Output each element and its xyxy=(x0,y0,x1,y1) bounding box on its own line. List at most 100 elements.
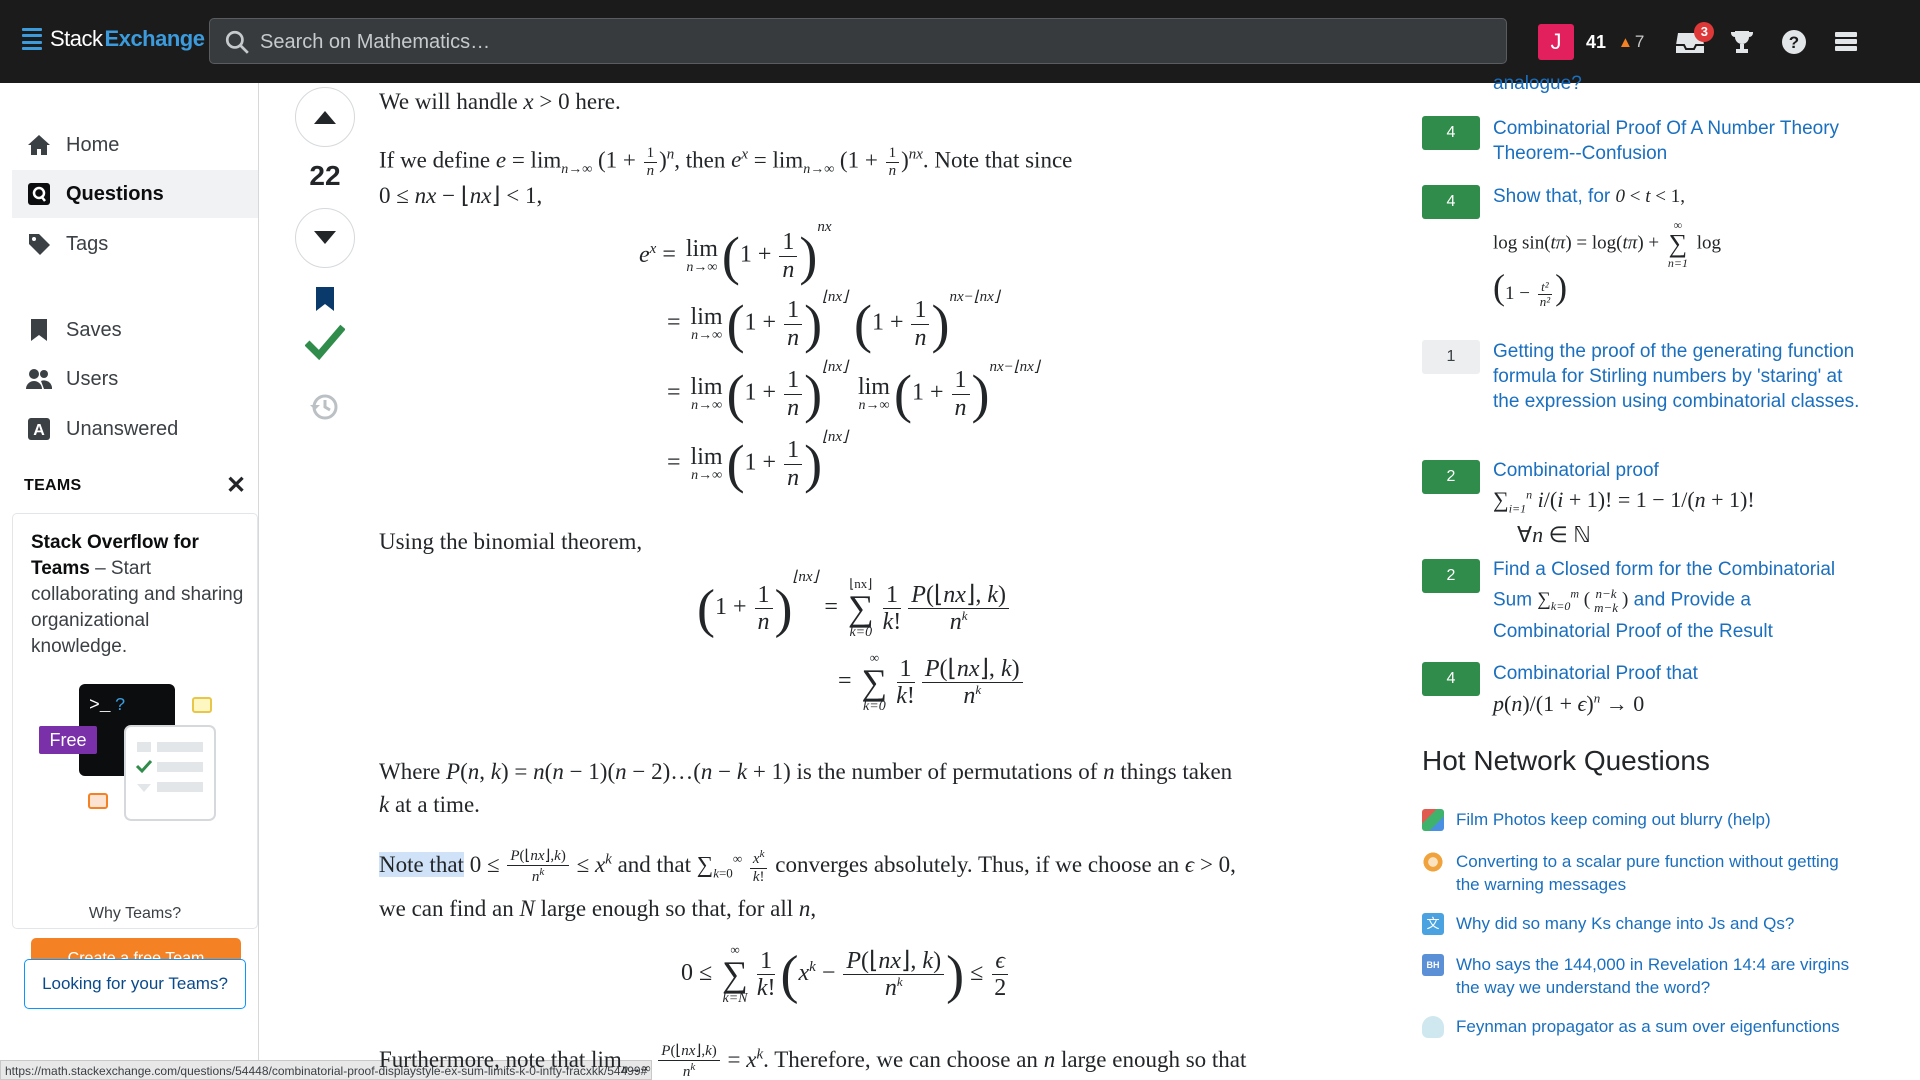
linked-question-link[interactable]: Find a Closed form for the Combinatorial… xyxy=(1493,557,1863,644)
history-icon xyxy=(310,394,338,420)
stackexchange-menu-icon xyxy=(1835,32,1858,51)
teams-illustration: >_ ? xyxy=(79,684,216,821)
answer-text: . Therefore, we can choose an xyxy=(763,1046,1038,1072)
help-button[interactable]: ? xyxy=(1774,22,1814,62)
why-teams-link[interactable]: Why Teams? xyxy=(12,905,258,923)
linked-question-title: Combinatorial proof xyxy=(1493,460,1659,481)
avatar[interactable]: J xyxy=(1538,24,1574,60)
physics-site-icon xyxy=(1422,1016,1444,1038)
svg-text:?: ? xyxy=(115,696,126,716)
answer-text: we can find an xyxy=(379,896,514,921)
linked-question-link[interactable]: analogue? xyxy=(1493,71,1863,96)
search-input[interactable] xyxy=(258,19,1462,65)
answer-text: . Note that since xyxy=(922,147,1073,173)
answer-paragraph: Furthermore, note that limn→∞ P(⌊nx⌋,k) n… xyxy=(379,1043,1247,1080)
answer-text: at a time. xyxy=(394,792,480,817)
site-switcher-button[interactable] xyxy=(1826,22,1866,62)
sidebar-item-saves[interactable]: Saves xyxy=(12,306,258,354)
arrow-down-icon xyxy=(314,231,336,244)
answer-text: Furthermore, note that lim xyxy=(379,1046,622,1072)
teams-heading: TEAMS xyxy=(24,477,82,494)
sidebar-item-home[interactable]: Home xyxy=(12,121,258,169)
hot-network-link: Film Photos keep coming out blurry (help… xyxy=(1456,810,1771,829)
hot-network-link: Converting to a scalar pure function wit… xyxy=(1456,852,1839,894)
stackexchange-logo-icon xyxy=(22,28,42,50)
question-score-badge: 4 xyxy=(1422,116,1480,150)
answer-text: If we define xyxy=(379,147,491,173)
answer-text: converges absolutely. Thus, if we choose… xyxy=(775,851,1180,877)
hot-network-item[interactable]: Converting to a scalar pure function wit… xyxy=(1422,850,1862,896)
bookmark-icon xyxy=(316,287,334,311)
hot-network-item[interactable]: BH Who says the 144,000 in Revelation 14… xyxy=(1422,953,1862,999)
hot-network-item[interactable]: 文 Why did so many Ks change into Js and … xyxy=(1422,912,1862,935)
svg-text:?: ? xyxy=(1789,33,1799,52)
linked-question-title: Show that, for xyxy=(1493,186,1611,207)
sidebar-item-label: Tags xyxy=(66,232,109,255)
sidebar-item-questions[interactable]: Questions xyxy=(12,170,258,218)
hot-network-item[interactable]: Feynman propagator as a sum over eigenfu… xyxy=(1422,1015,1862,1038)
answer-text: We will handle xyxy=(379,89,518,114)
linked-question-link[interactable]: Show that, for 0 < t < 1, log sin(tπ) = … xyxy=(1493,184,1863,309)
tag-icon xyxy=(26,231,52,257)
sidebar-item-label: Unanswered xyxy=(66,417,179,440)
linked-question-link[interactable]: Combinatorial Proof that p(n)/(1 + ϵ)n →… xyxy=(1493,661,1863,718)
bronze-badges[interactable]: ▲ 7 xyxy=(1618,32,1644,52)
answer-text: is the number of permutations of xyxy=(796,759,1098,784)
close-teams-button[interactable]: ✕ xyxy=(226,471,246,500)
answer-paragraph: k at a time. xyxy=(379,792,480,817)
achievements-button[interactable] xyxy=(1722,22,1762,62)
answer-text: large enough so that xyxy=(1060,1046,1247,1072)
hot-network-link: Who says the 144,000 in Revelation 14:4 … xyxy=(1456,955,1850,997)
bronze-badge-icon: ▲ xyxy=(1618,33,1633,51)
questions-icon xyxy=(26,181,52,207)
hot-network-item[interactable]: Film Photos keep coming out blurry (help… xyxy=(1422,808,1862,831)
svg-text:A: A xyxy=(33,422,45,439)
arrow-up-icon xyxy=(314,111,336,124)
downvote-button[interactable] xyxy=(295,208,355,268)
question-score-badge: 2 xyxy=(1422,559,1480,593)
answer-text: and that xyxy=(617,851,692,877)
sidebar-item-tags[interactable]: Tags xyxy=(12,220,258,268)
hot-network-link: Why did so many Ks change into Js and Qs… xyxy=(1456,914,1795,933)
photo-site-icon xyxy=(1422,809,1444,831)
answer-text: , then xyxy=(674,147,726,173)
looking-for-teams-button[interactable]: Looking for your Teams? xyxy=(24,959,246,1009)
bookmark-button[interactable] xyxy=(315,286,335,317)
linked-question-title: Combinatorial Proof that xyxy=(1493,663,1698,684)
teams-promo-card: Stack Overflow for Teams – Start collabo… xyxy=(12,513,258,980)
upvote-button[interactable] xyxy=(295,87,355,147)
users-icon xyxy=(26,366,52,392)
bronze-count: 7 xyxy=(1634,32,1645,51)
inbox-count: 3 xyxy=(1694,22,1715,42)
search-box[interactable] xyxy=(209,18,1507,65)
linguistics-site-icon: 文 xyxy=(1422,913,1444,935)
sidebar-item-label: Saves xyxy=(66,318,122,341)
sidebar-item-label: Users xyxy=(66,367,119,390)
answer-paragraph: we can find an N large enough so that, f… xyxy=(379,896,817,921)
inbox-button[interactable]: 3 xyxy=(1670,22,1715,62)
sidebar-item-unanswered[interactable]: A Unanswered xyxy=(12,405,258,453)
checkmark-icon xyxy=(304,324,346,361)
equation-limit: ex = lim n→∞ (1 + 1 n)nx = lim n→∞ (1 + 1 n)⌊n… xyxy=(639,219,1040,494)
answer-text: things taken xyxy=(1120,759,1233,784)
answer-text: large enough so that, for all xyxy=(540,896,794,921)
question-score-badge: 4 xyxy=(1422,662,1480,696)
linked-question-link[interactable]: Combinatorial proof ∑i=1n i/(i + 1)! = 1… xyxy=(1493,458,1863,549)
linked-question-title: and Provide a Combinatorial Proof of the… xyxy=(1493,589,1773,643)
answer-paragraph: Note that 0 ≤ P(⌊nx⌋,k) nk ≤ xk and that … xyxy=(379,848,1236,885)
svg-text:>_: >_ xyxy=(89,696,111,716)
timeline-button[interactable] xyxy=(309,392,339,427)
brand-stack: Stack xyxy=(50,26,103,51)
hot-network-link: Feynman propagator as a sum over eigenfu… xyxy=(1456,1017,1840,1036)
brand-exchange: Exchange xyxy=(104,26,205,51)
sidebar-item-users[interactable]: Users xyxy=(12,355,258,403)
answer-score: 22 xyxy=(309,160,341,191)
answer-paragraph: 0 ≤ nx − ⌊nx⌋ < 1, xyxy=(379,183,543,208)
linked-question-link[interactable]: Getting the proof of the generating func… xyxy=(1493,339,1863,414)
reputation[interactable]: 41 xyxy=(1586,32,1606,53)
hermeneutics-site-icon: BH xyxy=(1422,954,1444,976)
hot-network-title: Hot Network Questions xyxy=(1422,745,1710,776)
stackexchange-logo[interactable]: Stack Exchange xyxy=(22,26,205,52)
linked-question-link[interactable]: Combinatorial Proof Of A Number Theory T… xyxy=(1493,116,1863,166)
question-score-badge: 4 xyxy=(1422,185,1480,219)
